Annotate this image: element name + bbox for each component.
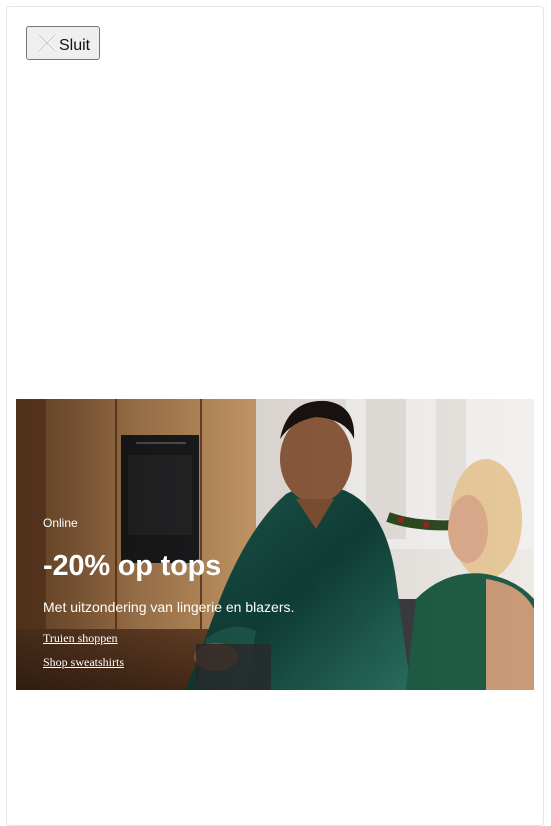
promo-photo <box>16 399 534 690</box>
close-icon <box>35 31 59 55</box>
promo-headline: -20% op tops <box>43 550 222 582</box>
shop-sweatshirts-link[interactable]: Shop sweatshirts <box>43 655 124 670</box>
close-button-label: Sluit <box>59 37 91 54</box>
promo-banner: Online -20% op tops Met uitzondering van… <box>16 399 534 690</box>
promo-subline: Met uitzondering van lingerie en blazers… <box>43 599 295 615</box>
close-button[interactable]: Sluit <box>26 26 100 60</box>
shop-sweaters-link[interactable]: Truien shoppen <box>43 631 118 646</box>
promo-eyebrow: Online <box>43 516 78 530</box>
